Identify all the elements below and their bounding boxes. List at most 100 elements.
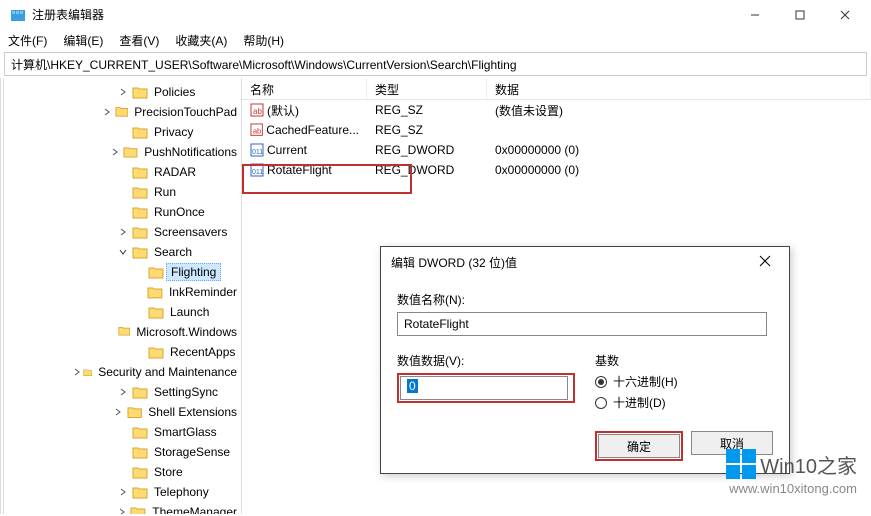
value-type: REG_DWORD: [367, 163, 487, 177]
menu-edit[interactable]: 编辑(E): [63, 32, 103, 49]
value-data: 0x00000000 (0): [487, 163, 871, 177]
tree-item-label: Policies: [150, 84, 199, 100]
tree-item[interactable]: ThemeManager: [0, 502, 241, 514]
value-name-input[interactable]: [397, 312, 767, 336]
ok-button[interactable]: 确定: [598, 434, 680, 458]
value-data: 0x00000000 (0): [487, 143, 871, 157]
value-row[interactable]: ab(默认)REG_SZ(数值未设置): [242, 100, 871, 120]
expander-icon[interactable]: [116, 88, 130, 96]
tree-item[interactable]: Launch: [0, 302, 241, 322]
tree-item-label: PushNotifications: [140, 144, 241, 160]
tree-item[interactable]: Run: [0, 182, 241, 202]
folder-icon: [132, 445, 148, 459]
value-data-input[interactable]: 0: [400, 376, 568, 400]
expander-icon[interactable]: [108, 148, 121, 156]
tree-item[interactable]: InkReminder: [0, 282, 241, 302]
value-row[interactable]: ab CachedFeature... REG_SZ: [242, 120, 871, 140]
base-label: 基数: [595, 352, 773, 369]
address-bar[interactable]: 计算机\HKEY_CURRENT_USER\Software\Microsoft…: [4, 52, 867, 76]
expander-icon[interactable]: [115, 508, 129, 514]
tree-item-label: Launch: [166, 304, 213, 320]
folder-icon: [132, 165, 148, 179]
tree-item-label: RADAR: [150, 164, 200, 180]
binary-value-icon: 011: [250, 163, 264, 177]
tree-item-label: InkReminder: [165, 284, 241, 300]
tree-item[interactable]: Shell Extensions: [0, 402, 241, 422]
menu-file[interactable]: 文件(F): [8, 32, 47, 49]
window-title: 注册表编辑器: [32, 6, 732, 23]
tree-item-label: Microsoft.Windows: [132, 324, 241, 340]
tree-item[interactable]: Store: [0, 462, 241, 482]
folder-icon: [132, 245, 148, 259]
tree-item[interactable]: Telephony: [0, 482, 241, 502]
expander-icon[interactable]: [116, 228, 130, 236]
tree-item-label: Store: [150, 464, 187, 480]
tree-item[interactable]: StorageSense: [0, 442, 241, 462]
folder-icon: [132, 225, 148, 239]
tree-item-label: Screensavers: [150, 224, 231, 240]
folder-icon: [148, 345, 164, 359]
radio-dec[interactable]: 十进制(D): [595, 394, 773, 411]
folder-icon: [132, 465, 148, 479]
address-path: 计算机\HKEY_CURRENT_USER\Software\Microsoft…: [11, 56, 517, 73]
dialog-title: 编辑 DWORD (32 位)值: [391, 254, 751, 271]
svg-text:ab: ab: [253, 126, 261, 135]
folder-icon: [115, 105, 129, 119]
tree-item-label: StorageSense: [150, 444, 234, 460]
tree-item[interactable]: Microsoft.Windows: [0, 322, 241, 342]
tree-item[interactable]: RunOnce: [0, 202, 241, 222]
minimize-button[interactable]: [732, 1, 777, 29]
tree-item[interactable]: RecentApps: [0, 342, 241, 362]
radio-icon: [595, 376, 607, 388]
folder-icon: [148, 265, 164, 279]
tree-item[interactable]: SettingSync: [0, 382, 241, 402]
tree-item[interactable]: SmartGlass: [0, 422, 241, 442]
folder-icon: [147, 285, 163, 299]
menu-favorites[interactable]: 收藏夹(A): [175, 32, 227, 49]
tree-item-label: SettingSync: [150, 384, 222, 400]
tree-item-label: Flighting: [166, 263, 221, 281]
value-name: CachedFeature...: [266, 123, 359, 137]
value-row[interactable]: 011CurrentREG_DWORD0x00000000 (0): [242, 140, 871, 160]
value-row[interactable]: 011RotateFlightREG_DWORD0x00000000 (0): [242, 160, 871, 180]
tree-pane[interactable]: Policies PrecisionTouchPadPrivacy PushNoti…: [0, 78, 242, 514]
watermark-url: www.win10xitong.com: [726, 481, 857, 496]
folder-icon: [130, 505, 146, 514]
expander-icon[interactable]: [112, 408, 125, 416]
tree-item-label: SmartGlass: [150, 424, 221, 440]
svg-text:011: 011: [252, 169, 263, 176]
tree-item[interactable]: Policies: [0, 82, 241, 102]
value-data-label: 数值数据(V):: [397, 352, 575, 369]
folder-icon: [132, 385, 148, 399]
radio-hex[interactable]: 十六进制(H): [595, 373, 773, 390]
folder-icon: [123, 145, 138, 159]
dialog-close-button[interactable]: [751, 254, 779, 270]
expander-icon[interactable]: [116, 488, 130, 496]
expander-icon[interactable]: [116, 388, 130, 396]
menubar: 文件(F) 编辑(E) 查看(V) 收藏夹(A) 帮助(H): [0, 30, 871, 50]
expander-icon[interactable]: [101, 108, 113, 116]
tree-item-label: RunOnce: [150, 204, 209, 220]
column-type[interactable]: 类型: [367, 78, 487, 99]
menu-view[interactable]: 查看(V): [119, 32, 159, 49]
menu-help[interactable]: 帮助(H): [243, 32, 284, 49]
folder-icon: [118, 325, 131, 339]
close-button[interactable]: [822, 1, 867, 29]
tree-item[interactable]: RADAR: [0, 162, 241, 182]
radio-hex-label: 十六进制(H): [613, 373, 678, 390]
maximize-button[interactable]: [777, 1, 822, 29]
column-name[interactable]: 名称: [242, 78, 367, 99]
tree-item[interactable]: Flighting: [0, 262, 241, 282]
expander-icon[interactable]: [72, 368, 80, 376]
tree-item[interactable]: Privacy: [0, 122, 241, 142]
tree-item[interactable]: Search: [0, 242, 241, 262]
tree-item[interactable]: Screensavers: [0, 222, 241, 242]
tree-item[interactable]: PushNotifications: [0, 142, 241, 162]
value-type: REG_SZ: [367, 123, 487, 137]
value-name-label: 数值名称(N):: [397, 291, 773, 308]
tree-item[interactable]: PrecisionTouchPad: [0, 102, 241, 122]
tree-item[interactable]: Security and Maintenance: [0, 362, 241, 382]
expander-icon[interactable]: [116, 248, 130, 256]
column-headers: 名称 类型 数据: [242, 78, 871, 100]
column-data[interactable]: 数据: [487, 78, 871, 99]
